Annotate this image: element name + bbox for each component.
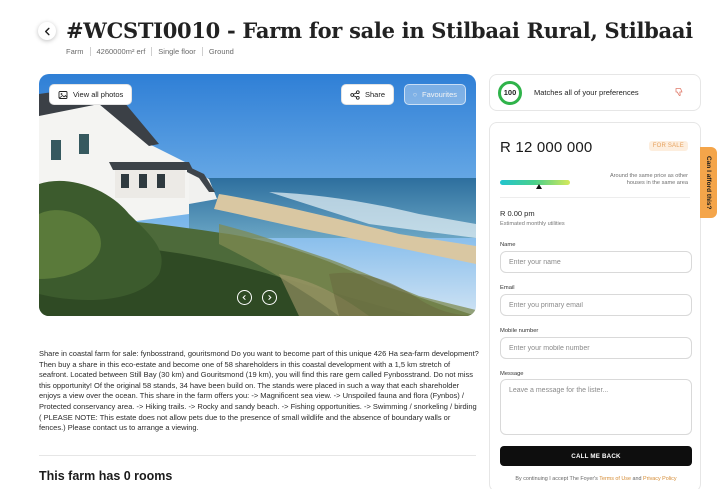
match-score-ring: 100: [498, 80, 522, 105]
back-button[interactable]: [38, 22, 56, 40]
preference-match-card: 100 Matches all of your preferences: [489, 74, 701, 111]
view-all-photos-button[interactable]: View all photos: [49, 84, 133, 105]
property-description: Share in coastal farm for sale: fynbosst…: [39, 349, 479, 433]
card-divider: [500, 197, 690, 198]
chevron-right-icon: [268, 294, 272, 301]
utilities-label: Estimated monthly utilities: [500, 221, 565, 227]
afford-calculator-tab[interactable]: Can I afford this?: [700, 147, 717, 218]
afford-tab-label: Can I afford this?: [705, 155, 712, 210]
listing-price: R 12 000 000: [500, 139, 593, 156]
view-all-photos-label: View all photos: [73, 90, 124, 99]
message-label: Message: [500, 371, 524, 377]
share-button[interactable]: Share: [341, 84, 395, 105]
share-label: Share: [365, 90, 386, 99]
terms-of-use-link[interactable]: Terms of Use: [599, 476, 631, 482]
meta-level: Ground: [201, 47, 240, 56]
email-label: Email: [500, 285, 515, 291]
rooms-heading: This farm has 0 rooms: [39, 469, 173, 483]
back-arrow-icon: [44, 27, 50, 35]
heart-icon: [413, 92, 417, 97]
match-text: Matches all of your preferences: [534, 88, 639, 97]
meta-type: Farm: [66, 47, 84, 56]
price-gauge-marker: [536, 184, 542, 189]
previous-photo-button[interactable]: [237, 290, 252, 305]
utilities-value: R 0.00 pm: [500, 209, 535, 218]
dislike-button[interactable]: [674, 84, 692, 102]
mobile-label: Mobile number: [500, 328, 539, 334]
name-label: Name: [500, 242, 516, 248]
call-me-back-button[interactable]: CALL ME BACK: [500, 446, 692, 466]
favourites-label: Favourites: [421, 90, 457, 99]
coastal-farm-photo: [39, 74, 476, 316]
gallery-icon: [58, 90, 68, 99]
favourites-button[interactable]: Favourites: [404, 84, 466, 105]
page-title: #WCSTI0010 - Farm for sale in Stilbaai R…: [66, 18, 693, 43]
terms-prefix: By continuing I accept The Foyer's: [515, 476, 598, 482]
meta-erf-size: 4260000m² erf: [89, 47, 152, 56]
contact-card: R 12 000 000 FOR SALE Around the same pr…: [489, 122, 701, 489]
terms-notice: By continuing I accept The Foyer's Terms…: [500, 476, 692, 482]
property-meta: Farm 4260000m² erf Single floor Ground: [66, 47, 240, 56]
status-badge: FOR SALE: [648, 141, 688, 151]
next-photo-button[interactable]: [262, 290, 277, 305]
price-comparison-gauge: [500, 180, 570, 185]
name-input[interactable]: [500, 251, 692, 273]
message-textarea[interactable]: [500, 379, 692, 435]
meta-floors: Single floor: [151, 47, 202, 56]
price-comparison-note: Around the same price as other houses in…: [609, 173, 688, 186]
email-input[interactable]: [500, 294, 692, 316]
mobile-input[interactable]: [500, 337, 692, 359]
chevron-left-icon: [242, 294, 246, 301]
thumbs-down-icon: [675, 88, 683, 97]
terms-and: and: [632, 476, 642, 482]
share-icon: [350, 89, 360, 100]
property-photo[interactable]: View all photos Share Favourites: [39, 74, 476, 316]
privacy-policy-link[interactable]: Privacy Policy: [643, 476, 677, 482]
section-divider: [39, 455, 476, 456]
